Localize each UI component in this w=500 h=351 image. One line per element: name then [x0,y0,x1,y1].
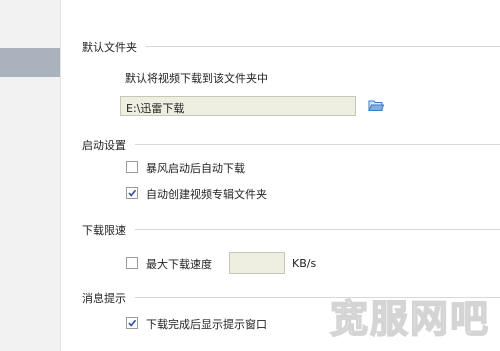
svg-text:宽服网吧: 宽服网吧 [330,297,490,341]
download-folder-path-input[interactable]: E:\迅雷下载 [120,96,356,116]
section-title-notification: 消息提示 [82,292,126,305]
site-watermark-logo: 宽服网吧 [329,296,490,342]
show-download-complete-popup-label: 下载完成后显示提示窗口 [146,318,267,331]
auto-download-label: 暴风启动后自动下载 [146,162,245,175]
max-speed-label: 最大下载速度 [146,258,212,271]
auto-create-album-folder-checkbox[interactable] [126,187,138,199]
speed-unit-label: KB/s [292,257,317,270]
checkmark-icon [128,319,137,327]
section-title-speed-limit: 下载限速 [82,224,126,237]
auto-create-album-folder-label: 自动创建视频专辑文件夹 [146,188,267,201]
default-folder-description: 默认将视频下载到该文件夹中 [125,72,268,85]
max-speed-checkbox[interactable] [126,257,138,269]
sidebar-selected-item[interactable] [0,48,60,77]
folder-open-icon[interactable] [368,99,384,112]
section-divider [135,229,500,230]
settings-sidebar [0,0,61,351]
section-title-default-folder: 默认文件夹 [82,41,137,54]
section-divider [135,144,500,145]
checkmark-icon [128,189,137,197]
section-title-startup: 启动设置 [82,139,126,152]
section-divider [146,46,500,47]
auto-download-checkbox[interactable] [126,161,138,173]
max-speed-input[interactable] [229,252,285,274]
show-download-complete-popup-checkbox[interactable] [126,317,138,329]
